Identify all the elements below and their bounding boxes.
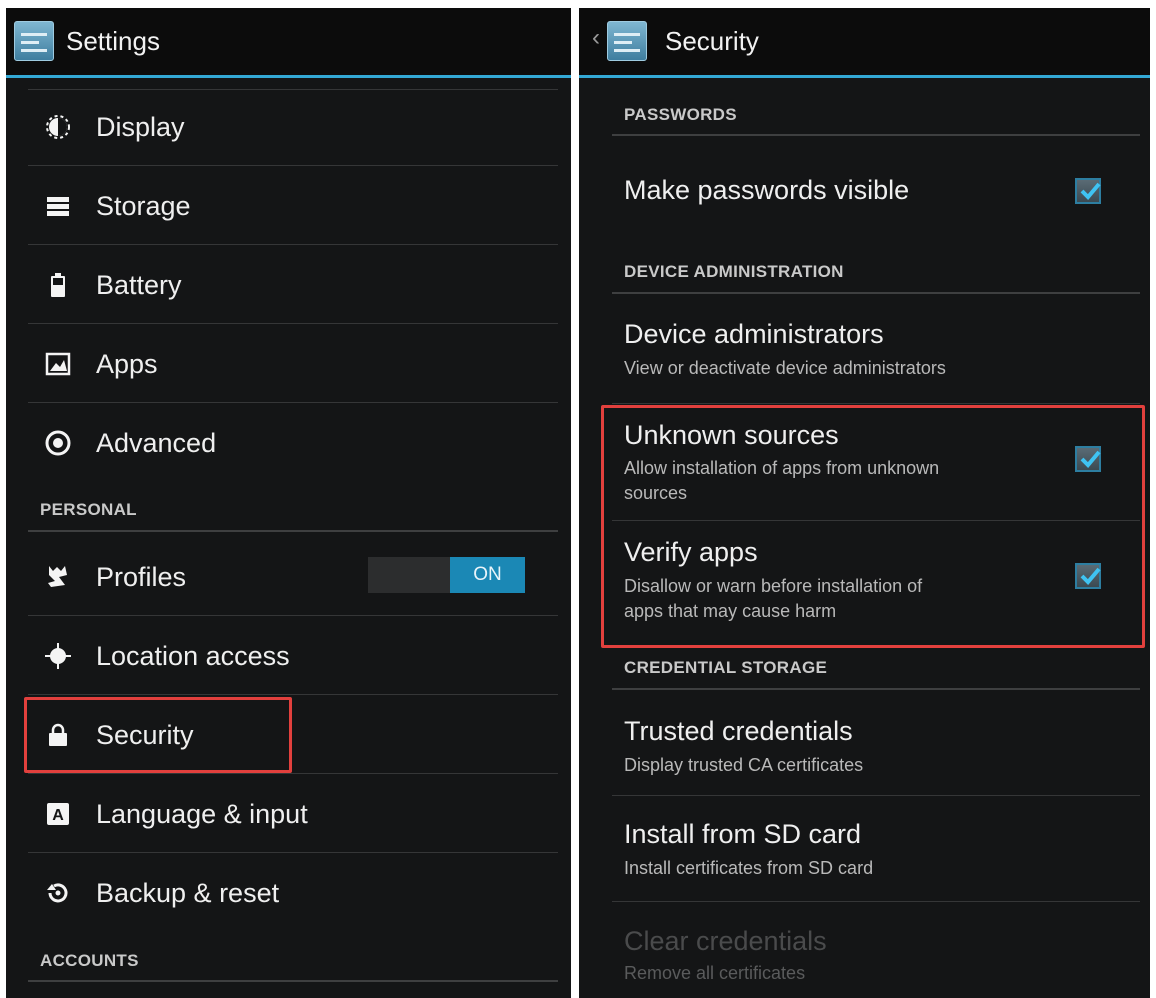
section-header-personal: PERSONAL <box>40 500 137 519</box>
settings-item-label: Location access <box>96 641 290 671</box>
section-divider <box>612 134 1140 136</box>
settings-item-label: Language & input <box>96 799 308 829</box>
divider <box>28 89 558 90</box>
settings-action-bar: Settings <box>6 8 571 78</box>
divider <box>28 694 558 695</box>
advanced-icon <box>45 430 71 456</box>
divider <box>28 615 558 616</box>
settings-title: Settings <box>66 26 160 56</box>
divider <box>28 165 558 166</box>
storage-icon <box>47 197 69 216</box>
profiles-toggle[interactable]: ON <box>368 557 525 593</box>
pref-summary: Display trusted CA certificates <box>624 755 864 775</box>
security-title: Security <box>665 26 759 56</box>
pref-title: Clear credentials <box>624 926 827 956</box>
security-app-icon[interactable] <box>607 21 647 61</box>
svg-text:A: A <box>52 807 64 824</box>
settings-item-label: Storage <box>96 191 191 221</box>
checkmark-icon <box>1080 182 1101 200</box>
pref-title: Device administrators <box>624 319 884 349</box>
settings-item-label: Backup & reset <box>96 878 280 908</box>
divider <box>612 901 1140 902</box>
section-header-accounts: ACCOUNTS <box>40 951 139 970</box>
section-header-passwords: PASSWORDS <box>624 105 737 124</box>
settings-app-icon[interactable] <box>14 21 54 61</box>
location-icon <box>45 643 71 669</box>
divider <box>612 795 1140 796</box>
divider <box>28 244 558 245</box>
settings-item-label: Apps <box>96 349 158 379</box>
pref-summary: Install certificates from SD card <box>624 858 874 878</box>
security-highlight-box <box>24 697 292 773</box>
settings-panel: Settings Display Storage Battery Apps Ad… <box>6 8 571 998</box>
pref-summary: View or deactivate device administrators <box>624 358 946 378</box>
divider <box>28 852 558 853</box>
pref-title: Install from SD card <box>624 819 862 849</box>
section-divider <box>612 292 1140 294</box>
divider <box>28 323 558 324</box>
profiles-icon <box>48 566 67 587</box>
toggle-on-label: ON <box>450 557 525 593</box>
make-passwords-visible-checkbox[interactable] <box>1075 178 1101 204</box>
section-divider <box>28 530 558 532</box>
section-header-credential-storage: CREDENTIAL STORAGE <box>624 658 828 677</box>
display-brightness-icon <box>46 115 70 139</box>
settings-item-label: Advanced <box>96 428 217 458</box>
battery-icon <box>51 273 65 297</box>
apps-icon <box>45 352 71 376</box>
settings-item-label: Profiles <box>96 562 187 592</box>
section-divider <box>612 688 1140 690</box>
pref-title: Make passwords visible <box>624 175 910 205</box>
pref-title: Trusted credentials <box>624 716 853 746</box>
pref-summary: Remove all certificates <box>624 963 806 983</box>
unknown-sources-highlight-box <box>601 405 1145 648</box>
backup-icon <box>47 883 68 903</box>
section-header-device-administration: DEVICE ADMINISTRATION <box>624 262 844 281</box>
settings-item-label: Battery <box>96 270 182 300</box>
divider <box>28 402 558 403</box>
security-panel: ‹ Security PASSWORDS Make passwords visi… <box>579 8 1150 998</box>
divider <box>612 403 1140 404</box>
divider <box>28 773 558 774</box>
language-icon: A <box>47 803 69 825</box>
security-action-bar: ‹ Security <box>579 8 1150 78</box>
section-divider <box>28 980 558 982</box>
settings-item-label: Display <box>96 112 185 142</box>
up-caret-icon[interactable]: ‹ <box>592 24 600 52</box>
